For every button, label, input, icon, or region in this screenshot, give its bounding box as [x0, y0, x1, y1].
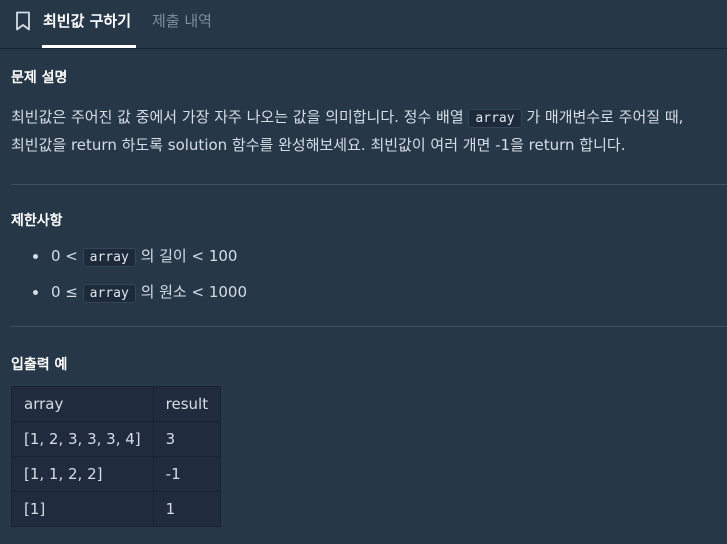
- description-line-2: 최빈값을 return 하도록 solution 함수를 완성해보세요. 최빈값…: [11, 136, 626, 154]
- table-row: [1, 1, 2, 2] -1: [11, 456, 222, 492]
- table-cell: 1: [152, 491, 222, 527]
- constraints-list: 0 < array 의 길이 < 100 0 ≤ array 의 원소 < 10…: [33, 239, 247, 311]
- column-header: result: [152, 386, 222, 422]
- column-header: array: [11, 386, 154, 422]
- constraint-text: 의 길이 < 100: [135, 247, 238, 265]
- section-heading-description: 문제 설명: [11, 70, 68, 86]
- bullet-icon: [33, 290, 38, 295]
- table-header-row: array result: [11, 386, 222, 422]
- examples-table: array result [1, 2, 3, 3, 3, 4] 3 [1, 1,…: [11, 386, 222, 527]
- active-tab-indicator: [42, 45, 136, 48]
- description-text: 최빈값은 주어진 값 중에서 가장 자주 나오는 값을 의미합니다. 정수 배열: [11, 108, 469, 126]
- inline-code: array: [468, 109, 522, 128]
- list-item: 0 ≤ array 의 원소 < 1000: [33, 275, 247, 311]
- bookmark-icon[interactable]: [14, 11, 32, 31]
- constraint-text: 0 <: [51, 247, 83, 265]
- tab-problem[interactable]: 최빈값 구하기: [43, 10, 131, 31]
- description-line-1: 최빈값은 주어진 값 중에서 가장 자주 나오는 값을 의미합니다. 정수 배열…: [11, 103, 683, 133]
- section-heading-constraints: 제한사항: [11, 213, 63, 229]
- constraint-text: 0 ≤: [51, 283, 83, 301]
- table-cell: 3: [152, 421, 222, 457]
- description-text: 가 매개변수로 주어질 때,: [521, 108, 684, 126]
- section-divider: [11, 326, 727, 327]
- bullet-icon: [33, 254, 38, 259]
- table-row: [1, 2, 3, 3, 3, 4] 3: [11, 421, 222, 457]
- tab-submissions[interactable]: 제출 내역: [152, 10, 212, 31]
- inline-code: array: [82, 248, 136, 267]
- tab-bar: 최빈값 구하기 제출 내역: [0, 0, 727, 49]
- section-heading-examples: 입출력 예: [11, 357, 68, 373]
- table-cell: [1, 2, 3, 3, 3, 4]: [11, 421, 154, 457]
- section-divider: [11, 184, 727, 185]
- table-cell: [1]: [11, 491, 154, 527]
- inline-code: array: [82, 284, 136, 303]
- table-cell: -1: [152, 456, 222, 492]
- list-item: 0 < array 의 길이 < 100: [33, 239, 247, 275]
- constraint-text: 의 원소 < 1000: [135, 283, 248, 301]
- table-cell: [1, 1, 2, 2]: [11, 456, 154, 492]
- table-row: [1] 1: [11, 491, 222, 527]
